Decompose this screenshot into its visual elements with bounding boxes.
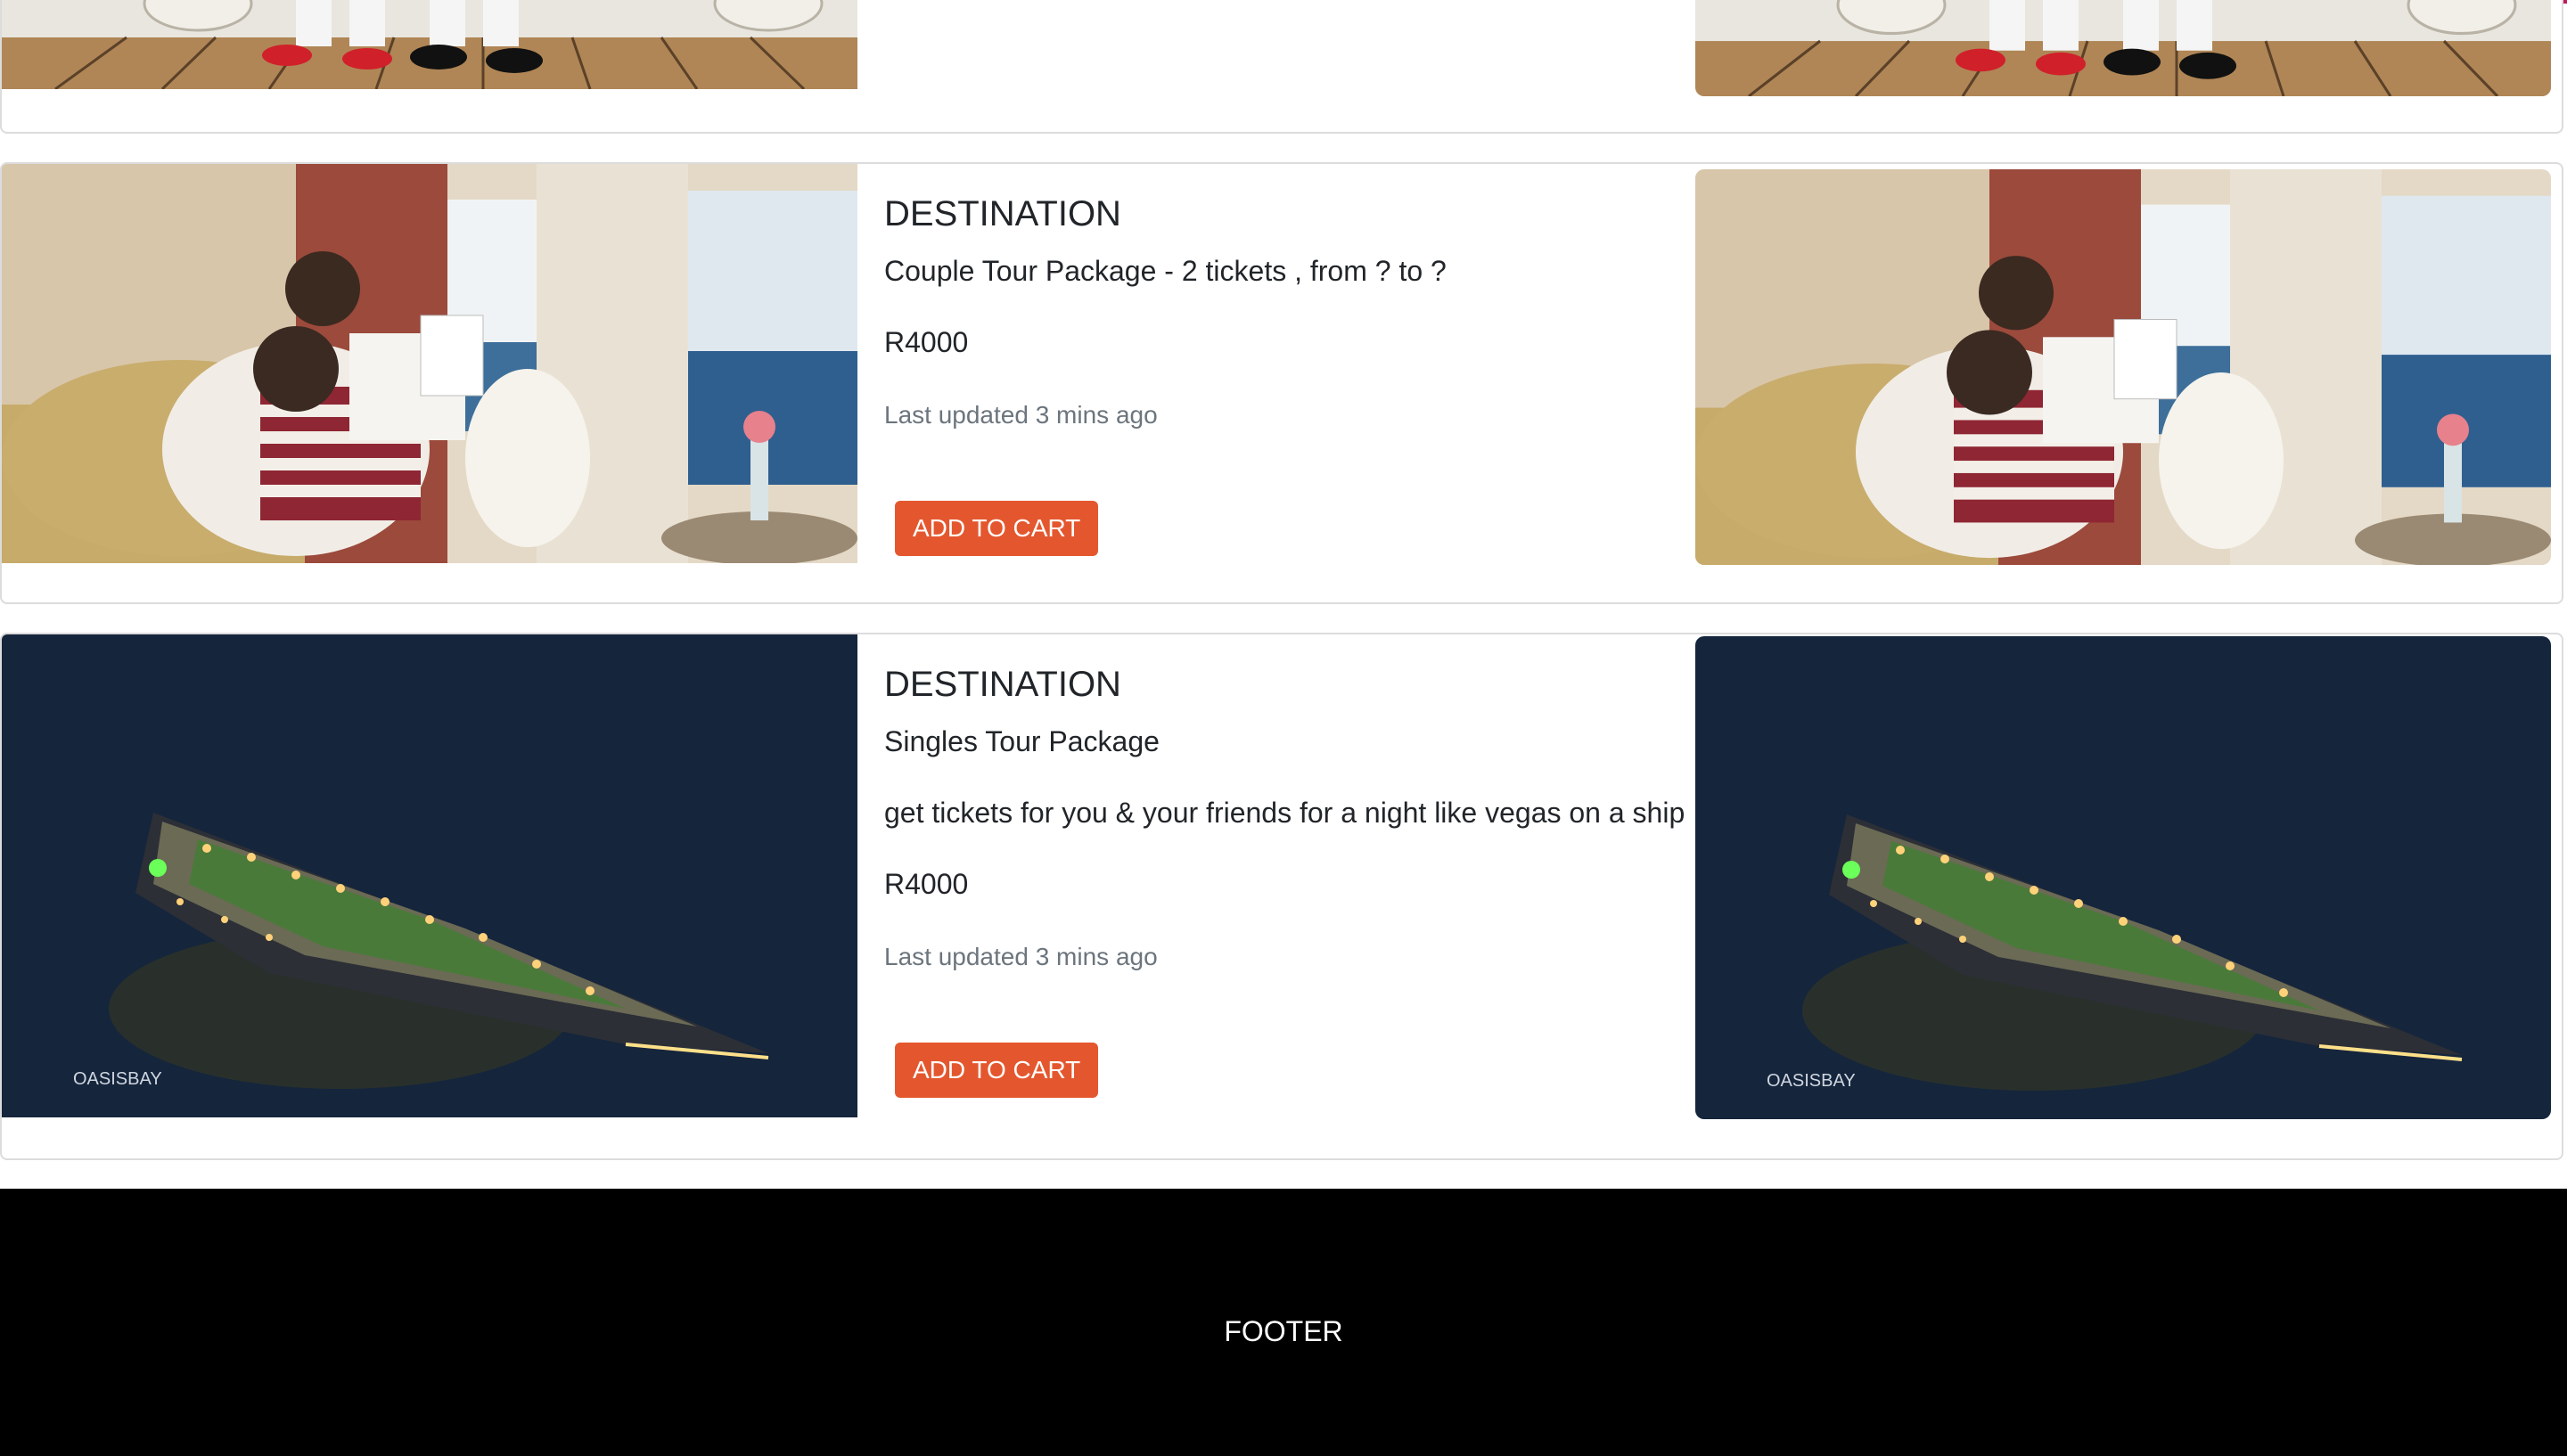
product-card-2: DESTINATION Couple Tour Package - 2 tick… — [0, 162, 2563, 604]
product-title: DESTINATION — [884, 665, 1121, 704]
product-price: R4000 — [884, 868, 969, 900]
product-image-deck-duplicate — [1695, 0, 2551, 96]
product-image-couple — [2, 164, 857, 563]
product-price: R4000 — [884, 326, 969, 358]
product-image-couple-duplicate — [1695, 169, 2551, 565]
last-updated-text: Last updated 3 mins ago — [884, 943, 1158, 970]
product-tagline: get tickets for you & your friends for a… — [884, 797, 1685, 829]
last-updated-text: Last updated 3 mins ago — [884, 401, 1158, 429]
product-image-deck — [2, 0, 857, 89]
product-description: Couple Tour Package - 2 tickets , from ?… — [884, 255, 1447, 287]
oasisbay-watermark: OASISBAY — [1767, 1071, 1856, 1091]
product-card-1 — [0, 0, 2563, 134]
product-description: Singles Tour Package — [884, 725, 1160, 757]
product-title: DESTINATION — [884, 194, 1121, 233]
add-to-cart-button[interactable]: ADD TO CART — [895, 1043, 1099, 1098]
product-image-cruise-ship-duplicate: OASISBAY — [1695, 636, 2551, 1119]
oasisbay-watermark: OASISBAY — [73, 1069, 162, 1089]
footer-label: FOOTER — [1224, 1315, 1343, 1347]
add-to-cart-button[interactable]: ADD TO CART — [895, 501, 1099, 556]
page-footer: FOOTER — [0, 1189, 2567, 1456]
product-image-cruise-ship: OASISBAY — [2, 634, 857, 1117]
product-card-3: OASISBAY DESTINATION Singles Tour Packag… — [0, 633, 2563, 1160]
